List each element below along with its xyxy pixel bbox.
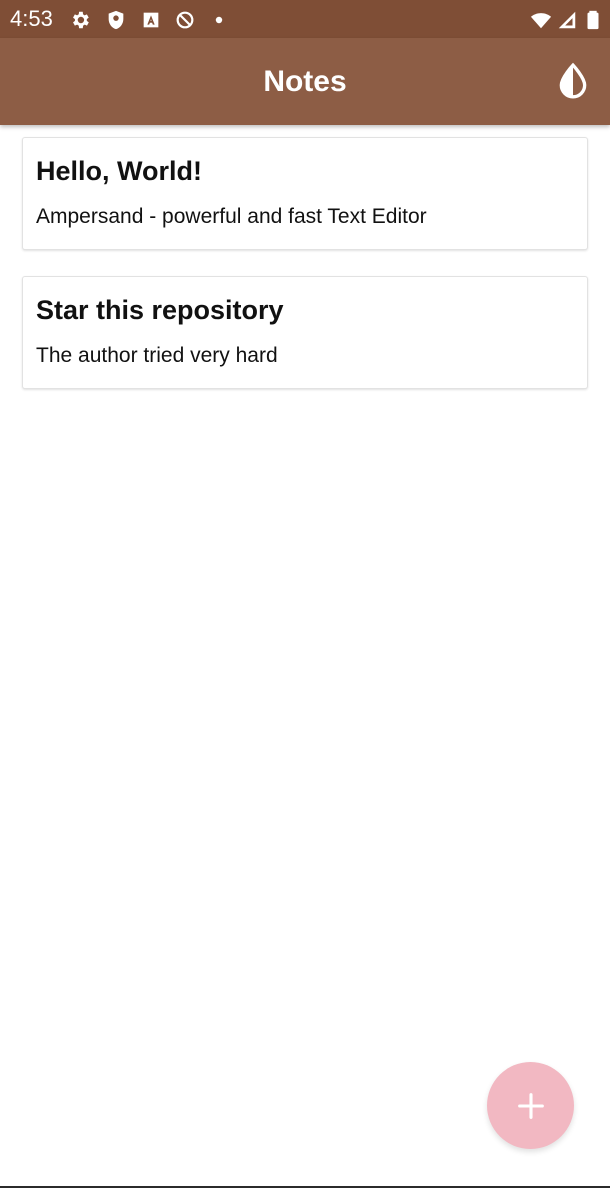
app-bar: Notes bbox=[0, 38, 610, 125]
shield-icon bbox=[105, 9, 127, 31]
note-card[interactable]: Hello, World! Ampersand - powerful and f… bbox=[22, 137, 588, 250]
status-bar: 4:53 bbox=[0, 0, 610, 38]
font-a-icon bbox=[140, 9, 162, 31]
notes-screen: 4:53 Notes Hello, World! Ampersand - pow… bbox=[0, 0, 610, 1188]
add-note-button[interactable] bbox=[487, 1062, 574, 1149]
status-time: 4:53 bbox=[10, 6, 53, 31]
battery-icon bbox=[582, 9, 604, 31]
wifi-icon bbox=[530, 9, 552, 31]
theme-drop-icon bbox=[559, 62, 587, 99]
dot-icon bbox=[208, 9, 230, 31]
note-body: Ampersand - powerful and fast Text Edito… bbox=[36, 205, 427, 228]
note-card[interactable]: Star this repository The author tried ve… bbox=[22, 276, 588, 389]
plus-icon bbox=[517, 1092, 544, 1119]
theme-button[interactable] bbox=[550, 58, 596, 104]
page-title: Notes bbox=[263, 65, 347, 98]
note-title: Hello, World! bbox=[36, 156, 202, 186]
no-sync-icon bbox=[174, 9, 196, 31]
signal-icon bbox=[556, 9, 578, 31]
notes-list: Hello, World! Ampersand - powerful and f… bbox=[22, 137, 588, 415]
note-body: The author tried very hard bbox=[36, 344, 278, 367]
note-title: Star this repository bbox=[36, 295, 284, 325]
settings-icon bbox=[69, 9, 91, 31]
